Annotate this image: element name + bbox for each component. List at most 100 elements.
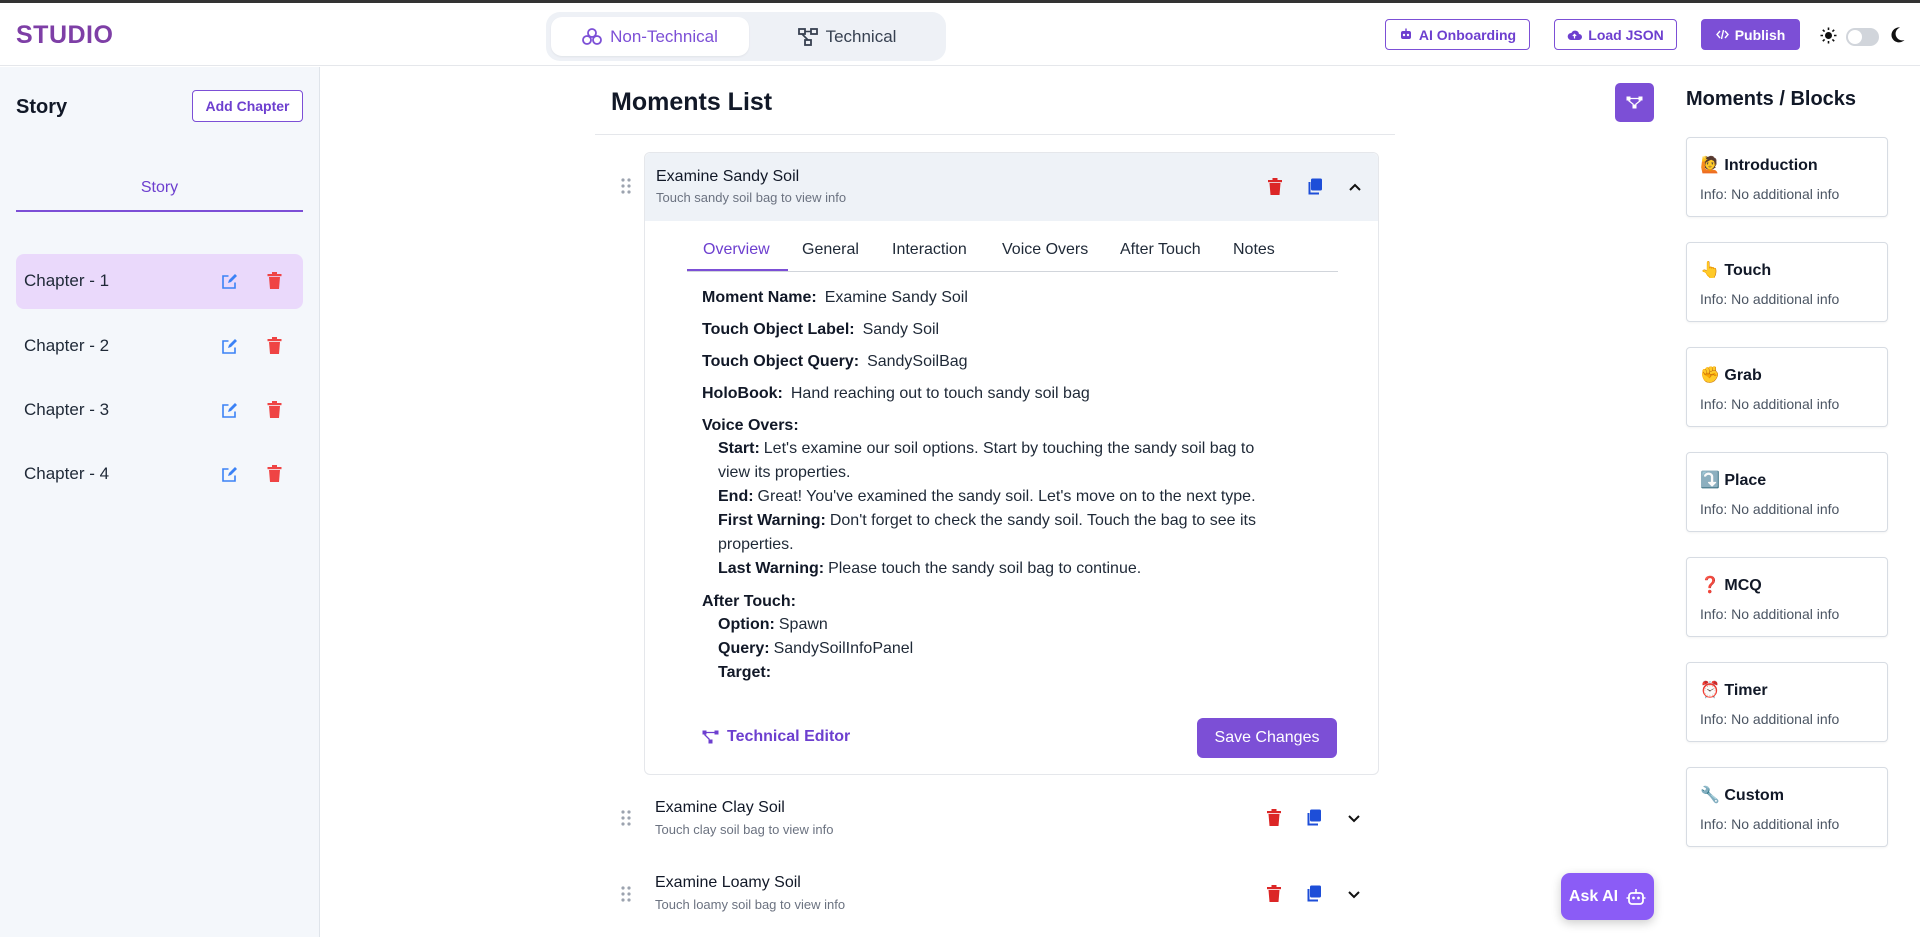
tab-voice-overs[interactable]: Voice Overs	[1002, 241, 1088, 259]
diagram-icon	[702, 730, 719, 744]
block-info: Info: No additional info	[1700, 291, 1840, 307]
moments-list-title: Moments List	[611, 88, 773, 116]
chapter-label: Chapter - 1	[24, 271, 110, 290]
chevron-up-icon[interactable]	[1347, 179, 1363, 196]
block-name: ⏰ Timer	[1700, 682, 1768, 699]
block-name: 👆 Touch	[1700, 262, 1772, 279]
trash-icon[interactable]	[267, 401, 282, 418]
field-voice-overs: Voice Overs:	[702, 417, 799, 434]
block-touch[interactable]: 👆 Touch Info: No additional info	[1686, 242, 1888, 322]
moment-card-collapsed[interactable]: Examine Loamy Soil Touch loamy soil bag …	[644, 865, 1379, 925]
tab-general[interactable]: General	[802, 241, 859, 259]
chevron-down-icon[interactable]	[1346, 886, 1362, 903]
voice-over-first-warning: First Warning: Don't forget to check the …	[718, 512, 1256, 553]
chapter-label: Chapter - 2	[24, 336, 110, 355]
add-chapter-button[interactable]: Add Chapter	[192, 90, 303, 122]
chapter-item-2[interactable]: Chapter - 2	[16, 319, 303, 374]
block-introduction[interactable]: 🙋 Introduction Info: No additional info	[1686, 137, 1888, 217]
moment-card-collapsed[interactable]: Examine Clay Soil Touch clay soil bag to…	[644, 790, 1379, 850]
block-info: Info: No additional info	[1700, 186, 1840, 202]
edit-icon[interactable]	[221, 466, 238, 483]
load-json-button[interactable]: Load JSON	[1554, 19, 1677, 50]
chapter-item-3[interactable]: Chapter - 3	[16, 383, 303, 438]
mode-technical-label: Technical	[825, 26, 897, 46]
edit-icon[interactable]	[221, 338, 238, 355]
studio-logo: STUDIO	[16, 21, 114, 49]
chapter-label: Chapter - 3	[24, 400, 110, 419]
block-place[interactable]: ⤵️ Place Info: No additional info	[1686, 452, 1888, 532]
moon-icon	[1891, 27, 1905, 43]
sidebar-tab-underline	[16, 210, 303, 212]
moment-title: Examine Sandy Soil	[656, 168, 800, 185]
moment-title: Examine Clay Soil	[655, 799, 785, 816]
drag-handle-icon[interactable]	[620, 177, 632, 195]
chapter-label: Chapter - 4	[24, 464, 110, 483]
field-holobook: HoloBook: Hand reaching out to touch sand…	[702, 385, 1090, 402]
technical-editor-link[interactable]: Technical Editor	[702, 728, 850, 746]
mode-non-technical-label: Non-Technical	[610, 26, 718, 46]
diagram-icon	[797, 27, 818, 46]
moment-header[interactable]: Examine Sandy Soil Touch sandy soil bag …	[645, 153, 1378, 221]
trash-icon[interactable]	[267, 272, 282, 289]
load-json-label: Load JSON	[1588, 26, 1664, 43]
block-custom[interactable]: 🔧 Custom Info: No additional info	[1686, 767, 1888, 847]
drag-handle-icon[interactable]	[620, 885, 632, 903]
block-info: Info: No additional info	[1700, 711, 1840, 727]
block-mcq[interactable]: ❓ MCQ Info: No additional info	[1686, 557, 1888, 637]
block-name: 🔧 Custom	[1700, 787, 1784, 804]
trash-icon[interactable]	[1266, 809, 1282, 826]
edit-icon[interactable]	[221, 273, 238, 290]
block-timer[interactable]: ⏰ Timer Info: No additional info	[1686, 662, 1888, 742]
drag-handle-icon[interactable]	[620, 809, 632, 827]
chapter-item-4[interactable]: Chapter - 4	[16, 447, 303, 502]
chapter-item-1[interactable]: Chapter - 1	[16, 254, 303, 309]
question-mark-icon: ❓	[1700, 577, 1720, 594]
edit-icon[interactable]	[221, 402, 238, 419]
block-info: Info: No additional info	[1700, 606, 1840, 622]
save-changes-button[interactable]: Save Changes	[1197, 718, 1337, 758]
graph-view-button[interactable]	[1615, 83, 1654, 122]
chevron-down-icon[interactable]	[1346, 810, 1362, 827]
sun-icon	[1820, 27, 1837, 44]
mode-technical-button[interactable]: Technical	[754, 17, 940, 56]
blocks-panel-title: Moments / Blocks	[1686, 88, 1857, 110]
copy-icon[interactable]	[1306, 885, 1322, 902]
ask-ai-label: Ask AI	[1568, 887, 1619, 905]
publish-button[interactable]: Publish	[1701, 19, 1800, 50]
theme-toggle-switch[interactable]	[1846, 28, 1879, 46]
moment-card-expanded: Examine Sandy Soil Touch sandy soil bag …	[644, 152, 1379, 775]
block-info: Info: No additional info	[1700, 501, 1840, 517]
active-tab-underline	[687, 269, 788, 271]
alarm-clock-icon: ⏰	[1700, 682, 1720, 699]
code-icon	[1715, 29, 1729, 40]
ai-onboarding-label: AI Onboarding	[1418, 26, 1517, 43]
trash-icon[interactable]	[1267, 178, 1283, 195]
ai-onboarding-button[interactable]: AI Onboarding	[1385, 19, 1530, 50]
after-touch-query: Query: SandySoilInfoPanel	[718, 640, 914, 657]
cloud-upload-icon	[1567, 30, 1583, 40]
field-touch-object-label: Touch Object Label: Sandy Soil	[702, 321, 940, 338]
block-name: ⤵️ Place	[1700, 472, 1767, 489]
tab-notes[interactable]: Notes	[1233, 241, 1275, 259]
arrow-down-icon: ⤵️	[1700, 472, 1720, 489]
trash-icon[interactable]	[267, 337, 282, 354]
tab-interaction[interactable]: Interaction	[892, 241, 967, 259]
tab-after-touch[interactable]: After Touch	[1120, 241, 1201, 259]
after-touch-option: Option: Spawn	[718, 616, 828, 633]
theme-toggle-knob	[1848, 30, 1862, 44]
tab-overview[interactable]: Overview	[703, 241, 770, 259]
block-name: 🙋 Introduction	[1700, 157, 1818, 174]
block-grab[interactable]: ✊ Grab Info: No additional info	[1686, 347, 1888, 427]
trash-icon[interactable]	[1266, 885, 1282, 902]
block-name: ❓ MCQ	[1700, 577, 1762, 594]
copy-icon[interactable]	[1306, 809, 1322, 826]
ask-ai-button[interactable]: Ask AI	[1561, 873, 1654, 920]
mode-non-technical-button[interactable]: Non-Technical	[551, 17, 749, 56]
block-name: ✊ Grab	[1700, 367, 1762, 384]
copy-icon[interactable]	[1307, 178, 1323, 195]
field-touch-object-query: Touch Object Query: SandySoilBag	[702, 353, 968, 370]
wrench-icon: 🔧	[1700, 787, 1720, 804]
trash-icon[interactable]	[267, 465, 282, 482]
network-icon	[1626, 96, 1643, 109]
moment-subtitle: Touch loamy soil bag to view info	[655, 897, 846, 912]
